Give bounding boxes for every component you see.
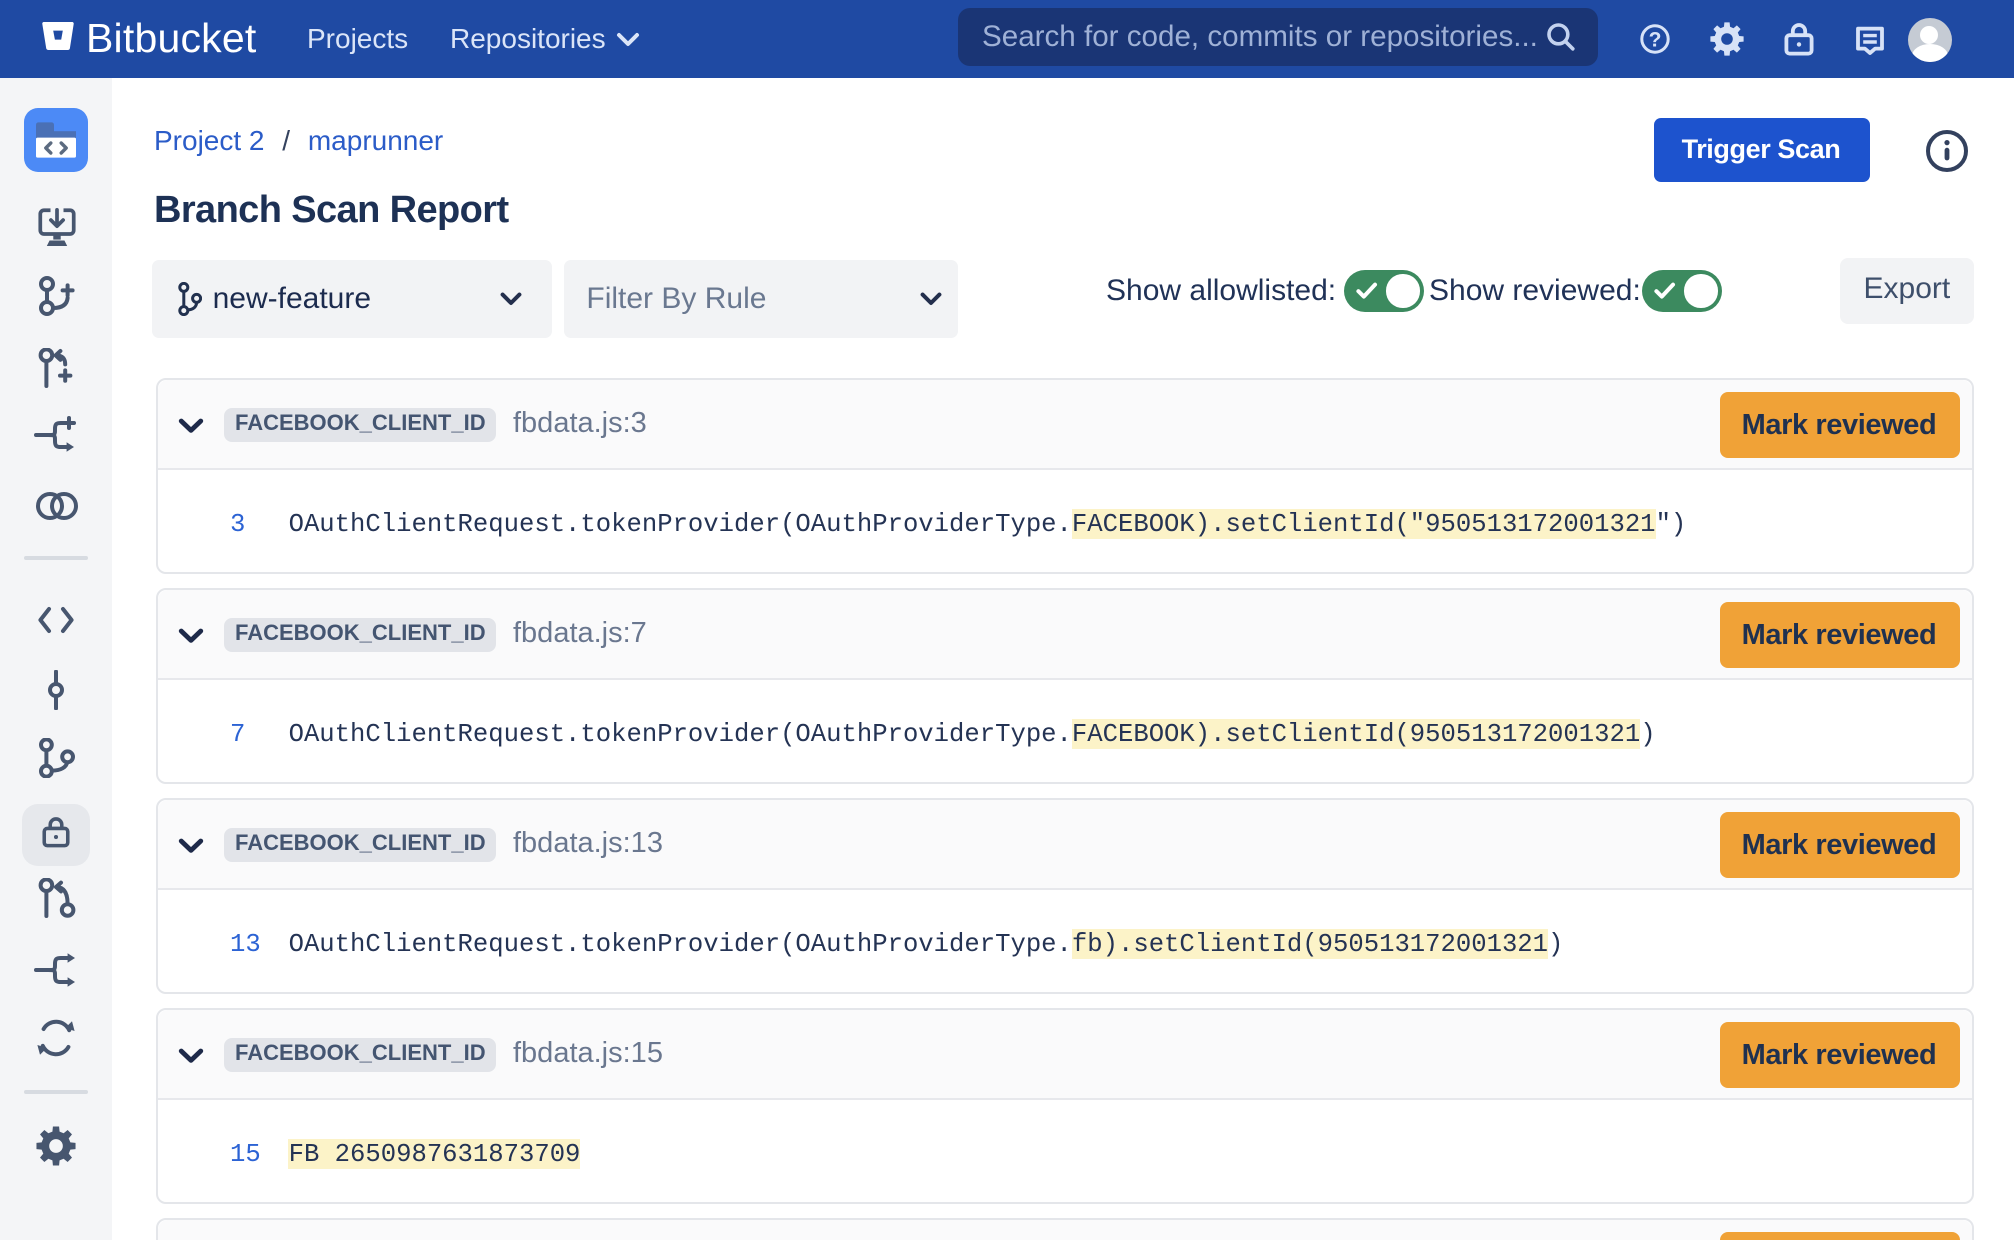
svg-text:?: ? <box>1648 28 1661 51</box>
